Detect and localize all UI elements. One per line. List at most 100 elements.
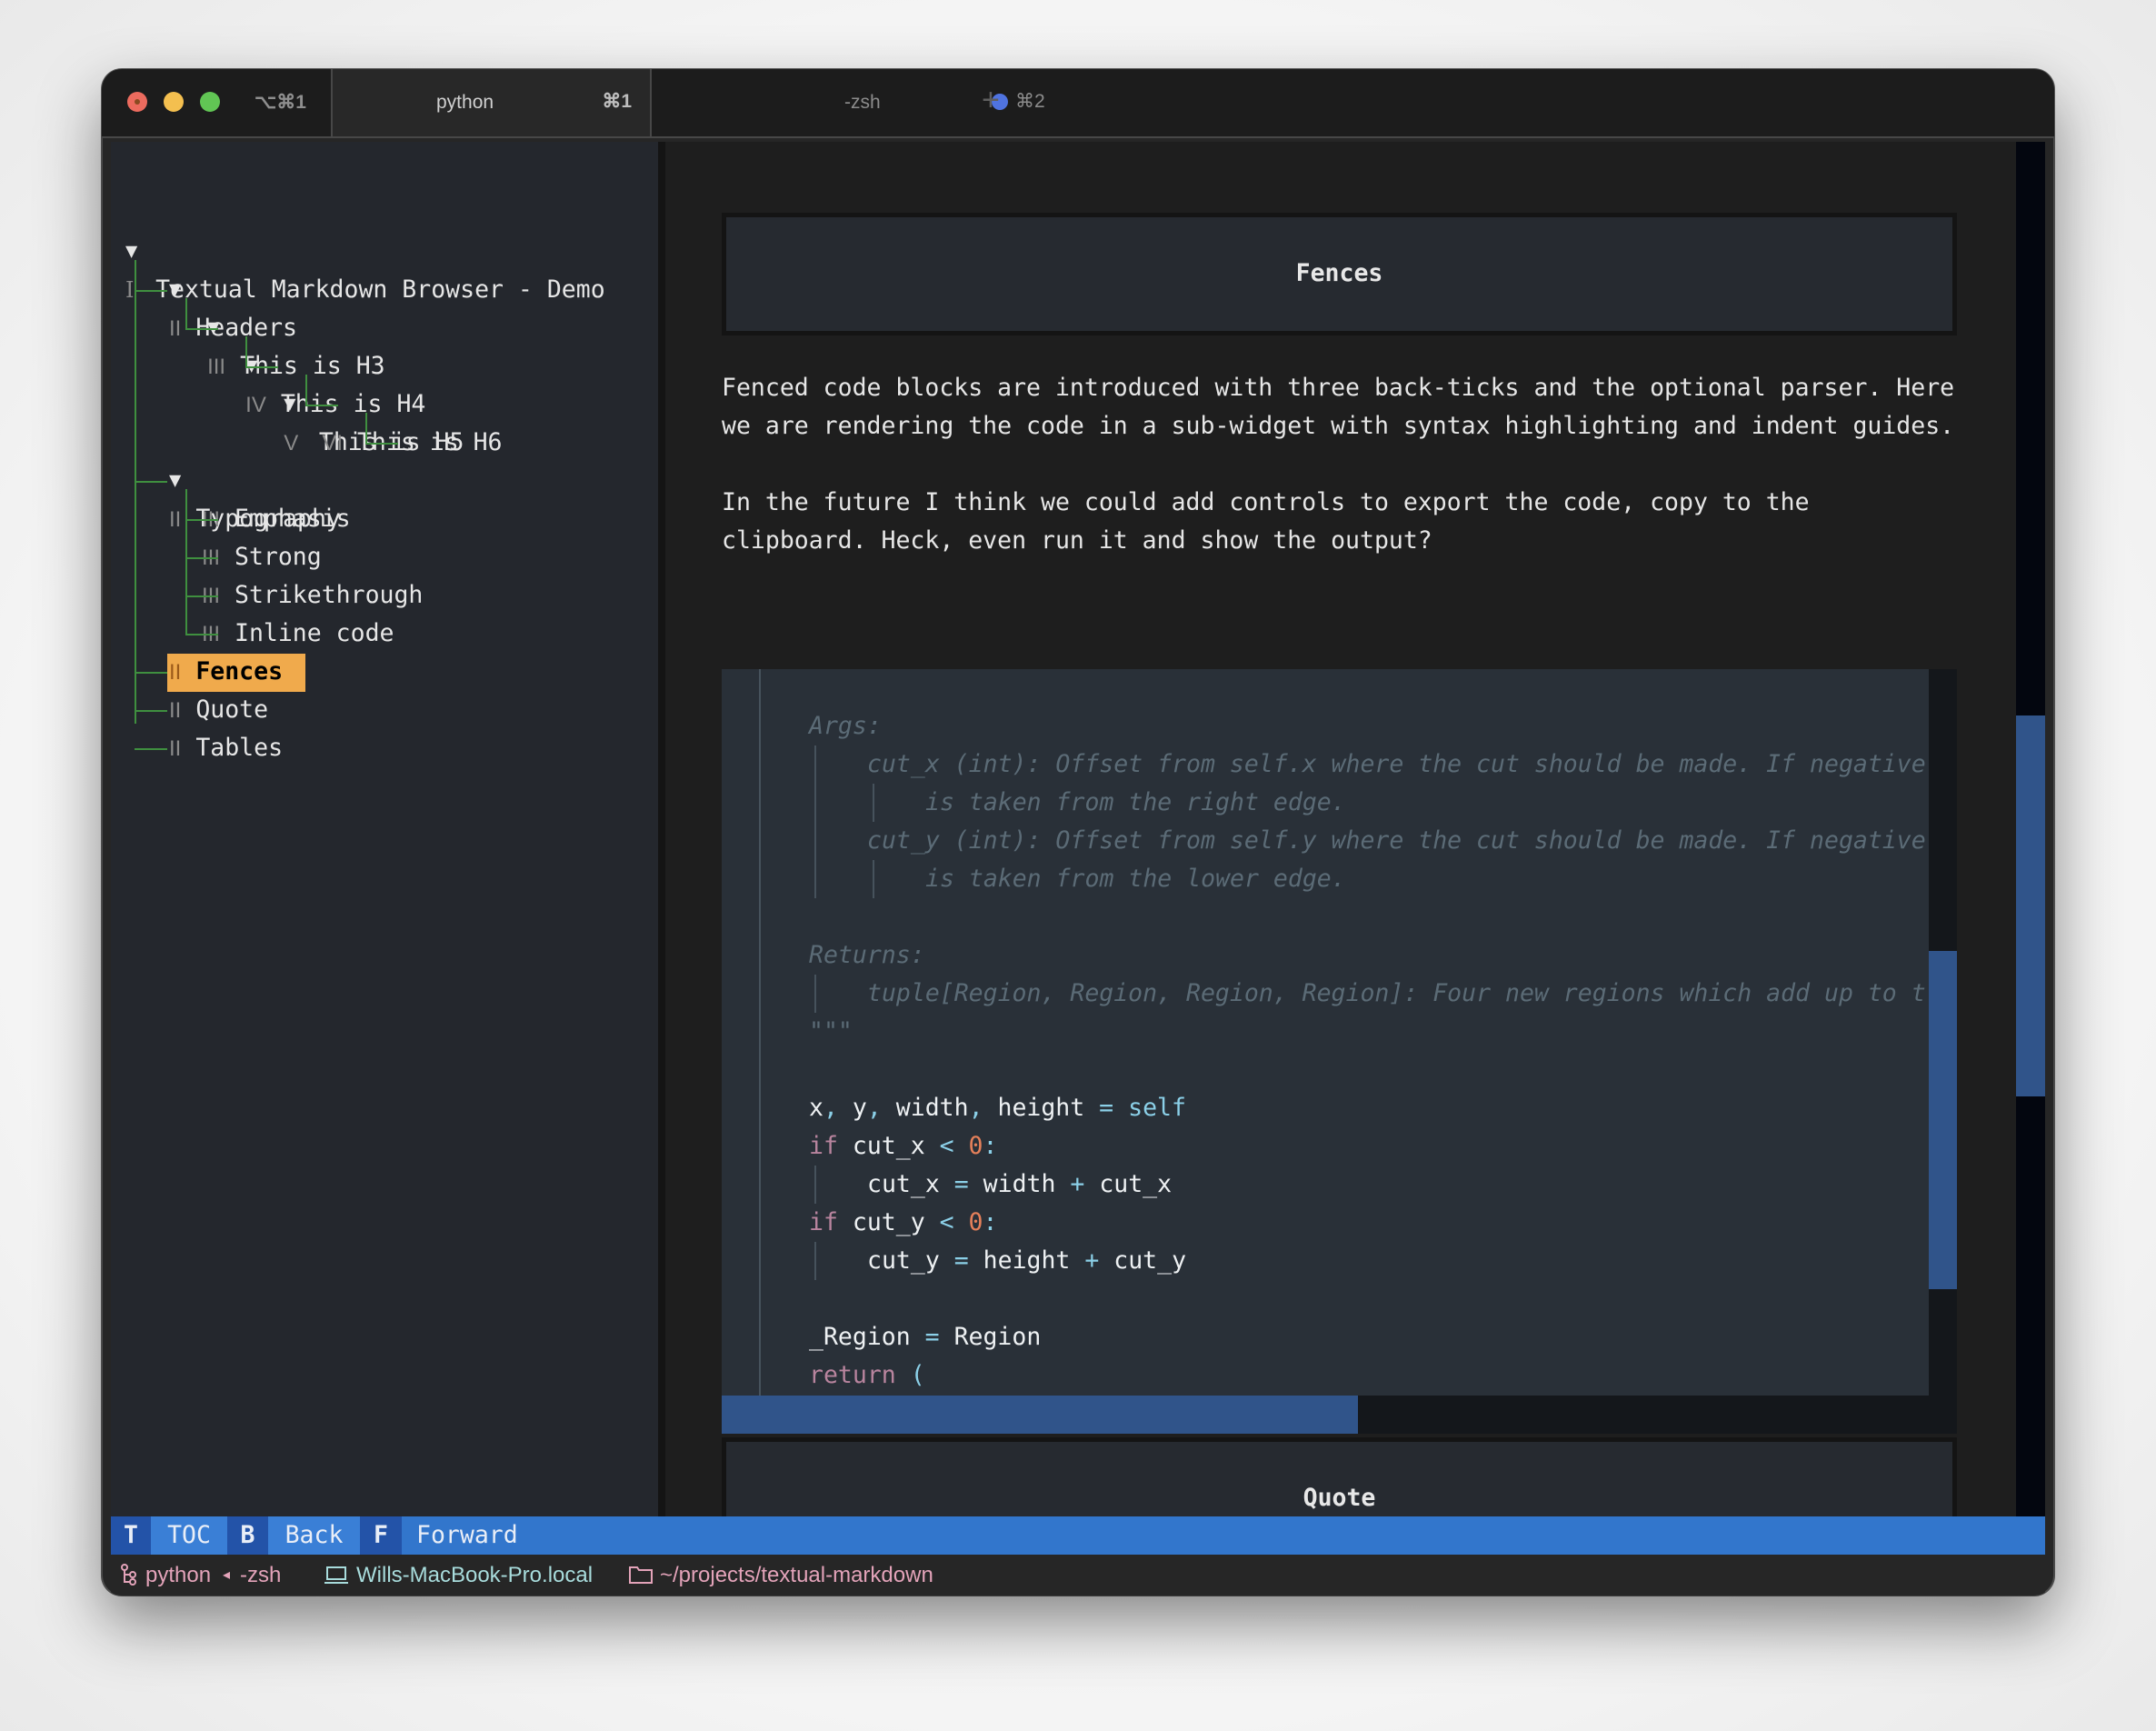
code-horizontal-scrollbar-thumb[interactable] xyxy=(722,1396,1358,1434)
toc-item[interactable]: II Quote xyxy=(169,691,268,729)
toc-guide-branch xyxy=(135,481,167,483)
tab-zsh[interactable]: -zsh ⌘2 xyxy=(652,69,1106,136)
working-directory: ~/projects/textual-markdown xyxy=(660,1563,933,1587)
toc-guide-branch xyxy=(185,519,218,521)
expand-arrow-icon[interactable]: ▼ xyxy=(169,271,297,309)
minimize-window-button[interactable] xyxy=(164,92,184,112)
toc-item-label: Strong xyxy=(234,543,322,571)
toc-guide-nested xyxy=(185,489,187,635)
expand-arrow-icon[interactable]: ▼ xyxy=(125,233,605,271)
code-token: 0 xyxy=(968,1132,983,1160)
code-token: _Region xyxy=(809,1323,925,1351)
heading-level-marker: II xyxy=(169,507,182,532)
tab-python[interactable]: python ⌘1 xyxy=(331,69,652,136)
code-token: = xyxy=(953,1246,969,1275)
toc-item[interactable]: III Strong xyxy=(202,538,322,576)
heading-level-marker: II xyxy=(169,660,182,685)
code-token: , xyxy=(866,1094,882,1122)
section-header-quote: Quote xyxy=(722,1437,1957,1516)
code-line: if cut_x < 0: xyxy=(809,1127,997,1166)
section-title: Fences xyxy=(1295,259,1383,287)
code-token: 0 xyxy=(968,1208,983,1236)
code-viewport[interactable]: Args: cut_x (int): Offset from self.x whe… xyxy=(722,669,1929,1396)
window-shortcut: ⌥⌘1 xyxy=(255,92,306,113)
toc-item[interactable]: ▼ II Headers xyxy=(169,271,297,342)
code-token: height xyxy=(968,1246,1085,1275)
code-token: + xyxy=(1084,1246,1100,1275)
toc-item[interactable]: III Inline code xyxy=(202,615,394,653)
section-title: Quote xyxy=(1303,1484,1376,1512)
close-window-button[interactable] xyxy=(127,92,147,112)
new-tab-button[interactable]: + xyxy=(982,82,1000,118)
toc-guide-branch xyxy=(135,748,167,750)
process-name: python xyxy=(145,1563,212,1587)
toc-item[interactable]: VI This is H6 xyxy=(322,424,502,462)
code-token: is taken from the right edge. xyxy=(925,788,1346,816)
heading-level-marker: VI xyxy=(322,431,343,455)
toc-guide-branch xyxy=(365,443,398,445)
code-line: cut_y = height + cut_y xyxy=(867,1242,1186,1280)
toc-item-label: Inline code xyxy=(234,619,394,647)
toc-item[interactable]: III Strikethrough xyxy=(202,576,423,615)
code-token: height xyxy=(983,1094,1100,1122)
binding-key-toc[interactable]: T xyxy=(111,1516,151,1555)
viewer-scrollbar-thumb[interactable] xyxy=(2016,715,2045,1096)
code-gutter-guide xyxy=(759,669,761,1396)
toc-item[interactable]: III Emphasis xyxy=(202,500,351,538)
code-token: cut_y xyxy=(867,1246,954,1275)
toc-item[interactable]: ▼ I Textual Markdown Browser - Demo xyxy=(125,233,605,304)
binding-key-back[interactable]: B xyxy=(227,1516,268,1555)
code-token: = xyxy=(924,1323,940,1351)
zoom-window-button[interactable] xyxy=(200,92,220,112)
code-token: cut_y xyxy=(837,1208,940,1236)
sidebar-divider[interactable] xyxy=(658,142,665,1516)
code-token: tuple[Region, Region, Region, Region]: F… xyxy=(867,979,1926,1007)
code-token: + xyxy=(1070,1170,1085,1198)
code-vertical-scrollbar-thumb[interactable] xyxy=(1929,951,1957,1289)
folder-icon xyxy=(629,1555,653,1596)
binding-label-forward[interactable]: Forward xyxy=(416,1516,518,1555)
toc-guide-branch xyxy=(135,710,167,712)
code-token: width xyxy=(881,1094,969,1122)
binding-label-toc[interactable]: TOC xyxy=(151,1516,227,1555)
code-token: < xyxy=(939,1132,954,1160)
code-token: Region xyxy=(939,1323,1042,1351)
toc-item[interactable]: ▼ III This is H3 xyxy=(207,309,385,380)
code-line: is taken from the right edge. xyxy=(925,784,1346,822)
toc-item-label: Fences xyxy=(195,657,284,685)
indent-guide xyxy=(814,745,816,784)
code-line: _Region = Region xyxy=(809,1318,1041,1356)
indent-guide xyxy=(814,975,816,1013)
toc-sidebar: ▼ I Textual Markdown Browser - Demo ▼ II … xyxy=(111,142,658,1516)
paragraph-line: clipboard. Heck, even run it and show th… xyxy=(722,526,1432,555)
code-line: is taken from the lower edge. xyxy=(925,860,1346,898)
heading-level-marker: II xyxy=(169,736,182,761)
toc-guide-branch xyxy=(185,557,218,559)
paragraph-line: Fenced code blocks are introduced with t… xyxy=(722,374,1955,402)
process-separator: ◂ xyxy=(223,1567,231,1583)
parent-process: -zsh xyxy=(240,1563,282,1587)
toc-guide-nested xyxy=(365,413,367,443)
code-token: cut_x xyxy=(837,1132,940,1160)
code-token: , xyxy=(823,1094,838,1122)
toc-item-label: Tables xyxy=(195,734,284,762)
code-line: """ xyxy=(809,1013,853,1051)
markdown-viewer: Fences Fenced code blocks are introduced… xyxy=(665,142,2016,1516)
viewer-vertical-scrollbar[interactable] xyxy=(2016,142,2045,1516)
expand-arrow-icon[interactable]: ▼ xyxy=(169,462,341,500)
toc-item[interactable]: II Fences xyxy=(169,653,283,691)
indent-guide xyxy=(814,1242,816,1280)
code-token: if xyxy=(809,1132,838,1160)
code-token: cut_y (int): Offset from self.y where th… xyxy=(867,826,1926,855)
toc-item-label: Emphasis xyxy=(234,505,351,533)
binding-key-forward[interactable]: F xyxy=(360,1516,402,1555)
code-horizontal-scrollbar[interactable] xyxy=(722,1396,1957,1434)
binding-label-back[interactable]: Back xyxy=(268,1516,360,1555)
toc-item[interactable]: ▼ II Typography xyxy=(169,462,341,533)
toc-item[interactable]: II Tables xyxy=(169,729,283,767)
expand-arrow-icon[interactable]: ▼ xyxy=(207,309,385,347)
toc-guide-branch xyxy=(135,672,167,674)
code-token: y xyxy=(837,1094,867,1122)
code-vertical-scrollbar[interactable] xyxy=(1929,669,1957,1396)
